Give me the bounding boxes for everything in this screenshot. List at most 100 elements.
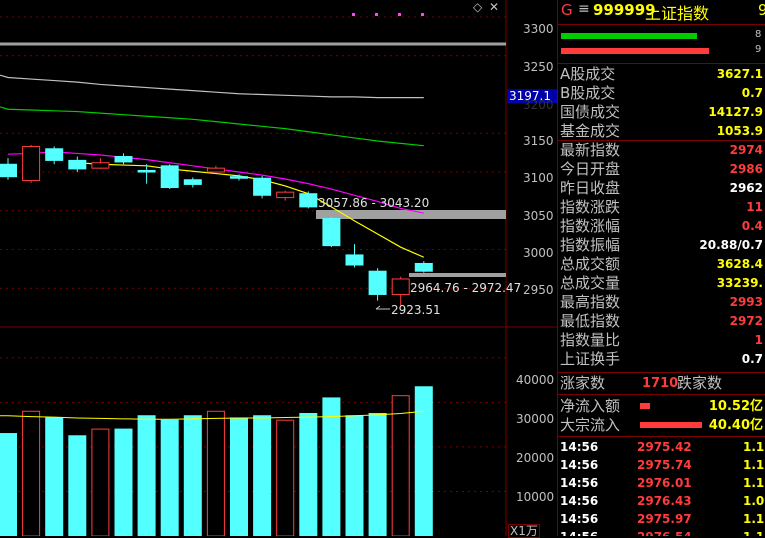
close-icon[interactable]: ✕ xyxy=(489,0,499,14)
stat-value: 33239. xyxy=(716,276,763,290)
marker-dot xyxy=(375,13,378,16)
kline-chart-area[interactable]: ◇ ✕ 3057.86 - 3043.20 2964.76 - 2972.47 … xyxy=(0,0,557,538)
volume-bar xyxy=(206,410,225,536)
stock-name: 上证指数 xyxy=(645,4,710,23)
ma-lines xyxy=(0,74,425,258)
trade-tick-time: 14:56 xyxy=(560,440,599,454)
flow-label: 净流入额 xyxy=(560,397,621,415)
volume-bar xyxy=(160,419,179,536)
candle-body xyxy=(114,156,133,163)
bars-separator xyxy=(557,63,765,64)
trade-tick-price: 2975.97 xyxy=(637,512,692,526)
candle-body xyxy=(414,262,433,272)
trade-tick-vol: 1.1 xyxy=(743,440,765,454)
trade-tick-vol: 1.1 xyxy=(743,528,764,536)
header-separator xyxy=(557,24,765,25)
menu-icon[interactable]: ≡ xyxy=(578,1,590,17)
trade-tick-row[interactable]: 14:56 2976.43 1.0 xyxy=(557,492,765,510)
ratio-bar-red xyxy=(561,48,709,54)
stat-row: 指数涨跌 11 xyxy=(557,198,765,217)
stat-value: 2962 xyxy=(729,181,763,195)
stat-value: 0.7 xyxy=(741,86,763,100)
stat-value: 3627.1 xyxy=(716,67,763,81)
trade-tick-row[interactable]: 14:56 2976.54 1.1 xyxy=(557,528,765,536)
ma-line xyxy=(0,74,424,99)
stat-row: 上证换手 0.7 xyxy=(557,350,765,369)
volume-tick: 30000 xyxy=(516,412,555,426)
diamond-icon[interactable]: ◇ xyxy=(473,0,482,14)
stat-row: 指数涨幅 0.4 xyxy=(557,217,765,236)
volume-bar xyxy=(0,433,17,536)
stat-row: 总成交额 3628.4 xyxy=(557,255,765,274)
candle-body xyxy=(91,162,110,169)
kline-chart[interactable] xyxy=(0,0,557,536)
quote-panel: G ≡ 999999 上证指数 9 8 9 A股成交 3627.1 B股成交 0.7 国… xyxy=(557,0,765,536)
volume-bar xyxy=(391,395,410,536)
candle-body xyxy=(345,254,364,266)
gap-label-upper: 3057.86 - 3043.20 xyxy=(318,196,430,210)
trade-tick-vol: 1.1 xyxy=(743,458,765,472)
volume-bar xyxy=(414,386,433,536)
breadth-row: 涨家数 1710 跌家数 xyxy=(557,374,765,393)
stat-label: 最低指数 xyxy=(560,312,621,330)
candle-body xyxy=(368,270,387,295)
stat-value: 11 xyxy=(746,200,763,214)
trade-tick-row[interactable]: 14:56 2975.74 1.1 xyxy=(557,456,765,474)
flow-value: 40.40亿 xyxy=(708,418,763,433)
volume-bar xyxy=(276,419,295,536)
trade-tick-price: 2975.42 xyxy=(637,440,692,454)
trade-tick-row[interactable]: 14:56 2975.97 1.1 xyxy=(557,510,765,528)
price-tick: 3300 xyxy=(523,22,554,36)
volume-bar xyxy=(230,417,248,536)
stat-label: 指数振幅 xyxy=(560,236,621,254)
price-tick: 3100 xyxy=(523,171,554,185)
volume-bar xyxy=(91,428,110,536)
flow-separator xyxy=(557,436,765,437)
volume-tick: 40000 xyxy=(516,373,555,387)
volume-bar xyxy=(68,435,87,536)
stat-value: 2974 xyxy=(729,143,763,157)
stat-value: 1 xyxy=(754,333,763,347)
candle-body xyxy=(137,169,156,173)
candle-body xyxy=(230,176,248,179)
stat-value: 2993 xyxy=(729,295,763,309)
trade-tick-vol: 1.0 xyxy=(743,494,765,508)
stats-separator xyxy=(557,372,765,373)
stat-row: 最新指数 2974 xyxy=(557,141,765,160)
trade-tick-vol: 1.1 xyxy=(743,476,765,490)
candle-body xyxy=(22,145,41,182)
volume-bar xyxy=(114,428,133,536)
stat-row: 指数振幅 20.88/0.7 xyxy=(557,236,765,255)
up-count-label: 涨家数 xyxy=(560,374,606,392)
marker-dot xyxy=(398,13,401,16)
down-count-label: 跌家数 xyxy=(677,374,723,392)
volume-bar xyxy=(299,413,318,536)
stat-row: 最低指数 2972 xyxy=(557,312,765,331)
trade-tick-row[interactable]: 14:56 2975.42 1.1 xyxy=(557,438,765,456)
trade-tick-price: 2976.01 xyxy=(637,476,692,490)
low-label: 2923.51 xyxy=(391,303,441,317)
market-prefix[interactable]: G xyxy=(561,1,573,19)
stat-label: 指数涨跌 xyxy=(560,198,621,216)
stat-row: 昨日收盘 2962 xyxy=(557,179,765,198)
stat-value: 2972 xyxy=(729,314,763,328)
candle-body xyxy=(160,165,179,189)
stat-value: 0.4 xyxy=(741,219,763,233)
stat-value: 3628.4 xyxy=(716,257,763,271)
candles xyxy=(0,144,433,307)
stat-value: 14127.9 xyxy=(708,105,763,119)
volume-bar xyxy=(322,397,341,536)
candle-body xyxy=(183,179,202,185)
header-cut-value: 9 xyxy=(758,1,765,19)
volume-tick: 10000 xyxy=(516,490,555,504)
ratio-value-2: 9 xyxy=(755,44,762,55)
trade-tick-row[interactable]: 14:56 2976.01 1.1 xyxy=(557,474,765,492)
marker-dot xyxy=(421,13,424,16)
trade-tick-price: 2976.54 xyxy=(637,528,692,536)
candle-body xyxy=(68,159,87,170)
stat-value: 20.88/0.7 xyxy=(699,238,763,252)
stat-label: 基金成交 xyxy=(560,122,621,140)
candle-body xyxy=(299,193,318,208)
ratio-bar-green xyxy=(561,33,697,39)
price-tick: 3050 xyxy=(523,209,554,223)
